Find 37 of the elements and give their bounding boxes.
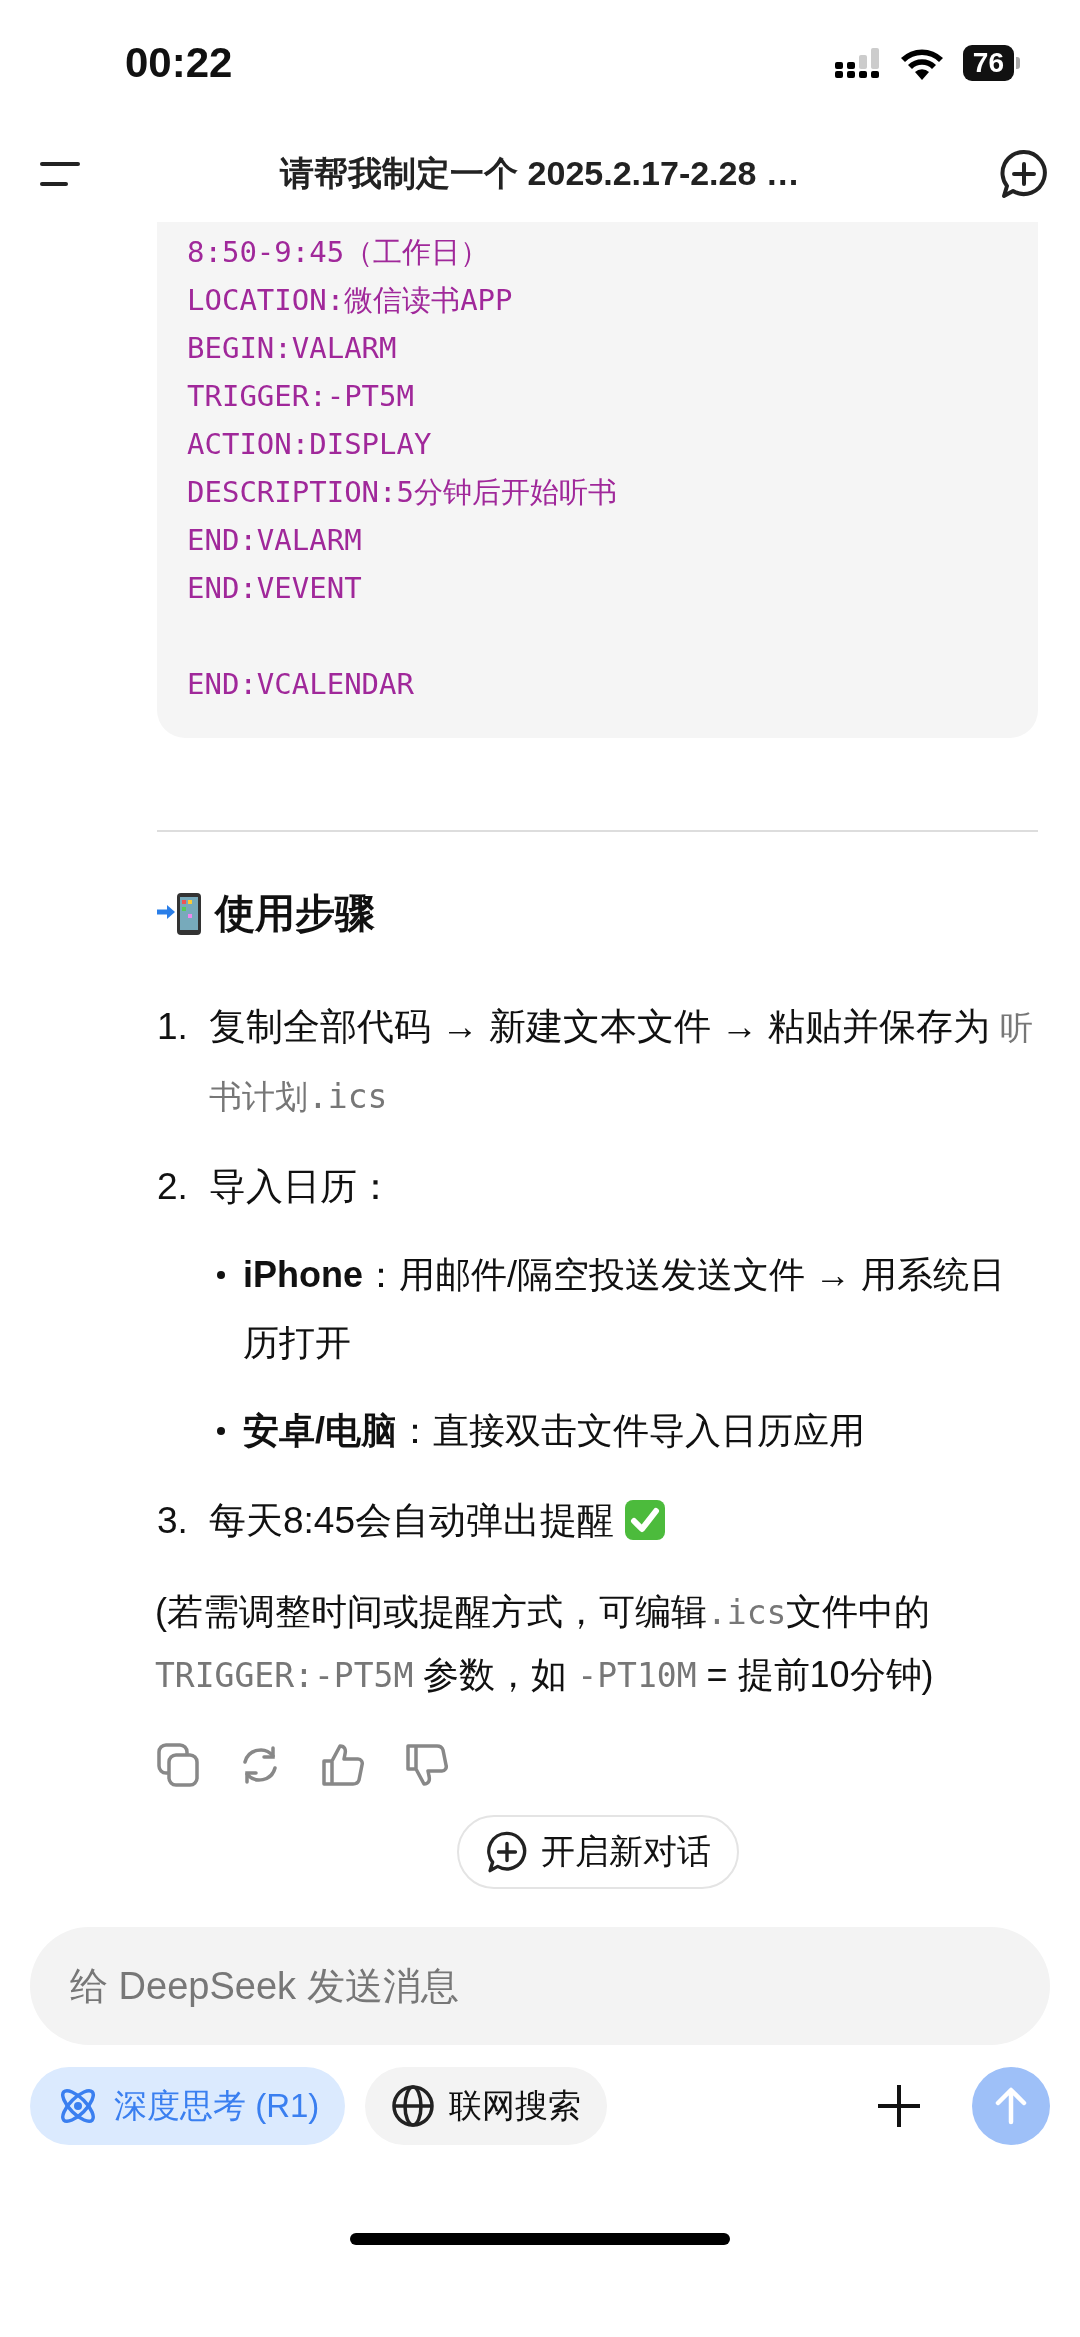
thumbs-up-icon[interactable]	[321, 1743, 365, 1787]
code-line: TRIGGER:-PT5M	[187, 379, 414, 413]
check-mark-icon	[624, 1499, 666, 1541]
mode-toggle[interactable]: 联网搜索	[365, 2067, 608, 2145]
menu-icon[interactable]	[40, 159, 82, 188]
chat-title: 请帮我制定一个 2025.2.17-2.28 …	[278, 152, 801, 194]
code-line: BEGIN:VALARM	[187, 331, 397, 365]
new-chat-icon[interactable]	[998, 147, 1050, 200]
globe-icon	[391, 2084, 436, 2128]
step-number: 3.	[157, 1499, 189, 1543]
status-time: 00:22	[125, 38, 233, 87]
step-text: 每天8:45会自动弹出提醒	[209, 1500, 614, 1541]
step-number: 1.	[157, 1005, 189, 1049]
code-line: LOCATION:微信读书APP	[187, 283, 513, 317]
step-text: 导入日历：	[209, 1166, 394, 1207]
bullet-dot	[217, 1271, 225, 1279]
code-line: END:VEVENT	[187, 571, 362, 605]
bullet-dot	[217, 1427, 225, 1435]
step-text: 复制全部代码 → 新建文本文件 → 粘贴并保存为 听书计划.ics	[209, 1006, 1034, 1116]
thumbs-down-icon[interactable]	[405, 1743, 449, 1787]
bullet-text: 安卓/电脑：直接双击文件导入日历应用	[243, 1409, 866, 1453]
code-line: END:VCALENDAR	[187, 667, 414, 701]
new-chat-icon	[484, 1830, 529, 1874]
add-icon[interactable]	[876, 2083, 922, 2129]
message-input[interactable]: 给 DeepSeek 发送消息	[30, 1927, 1050, 2045]
code-line: ACTION:DISPLAY	[187, 427, 432, 461]
section-heading: 使用步骤	[215, 890, 375, 937]
signal-icon	[834, 47, 881, 78]
code-line: DESCRIPTION:5分钟后开始听书	[187, 475, 617, 509]
code-line: 8:50-9:45（工作日）	[187, 235, 490, 269]
copy-icon[interactable]	[157, 1743, 199, 1787]
new-chat-button[interactable]: 开启新对话	[456, 1815, 739, 1889]
bullet-text: iPhone：用邮件/隔空投送发送文件 → 用系统日历打开	[243, 1253, 1007, 1365]
note-text: (若需调整时间或提醒方式，可编辑.ics文件中的 TRIGGER:-PT5M 参数，如 -PT10M = 提前10分钟)	[155, 1590, 935, 1697]
step-number: 2.	[157, 1165, 189, 1209]
phone-arrow-icon	[157, 891, 203, 936]
code-line: END:VALARM	[187, 523, 362, 557]
